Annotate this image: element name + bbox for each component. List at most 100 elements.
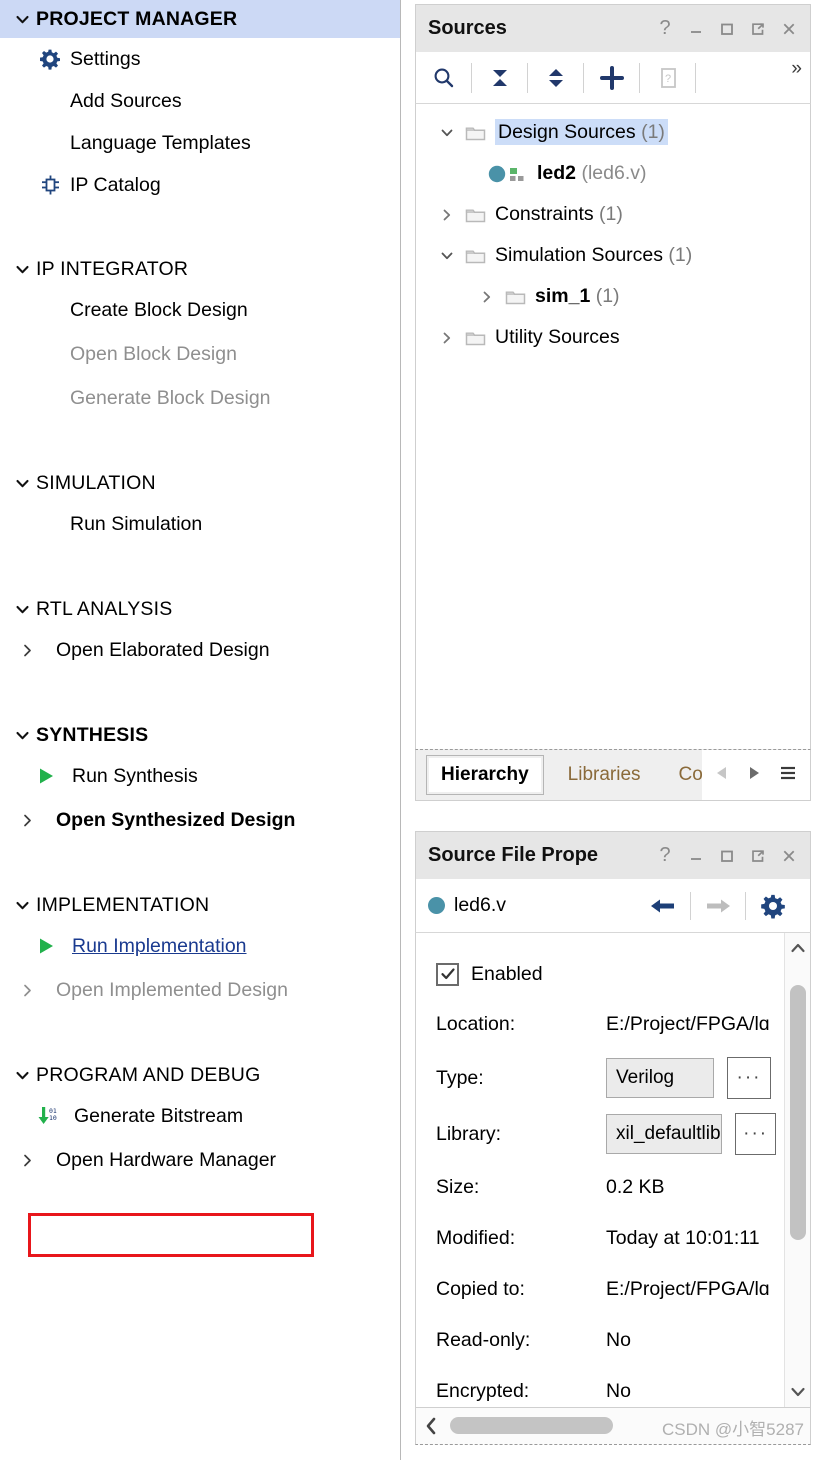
chevron-down-icon[interactable]	[432, 125, 462, 141]
back-icon[interactable]	[636, 881, 690, 931]
tree-label-sim-1: sim_1 (1)	[535, 285, 620, 307]
panel-divider[interactable]	[400, 0, 401, 1460]
section-header-ip-integrator[interactable]: IP INTEGRATOR	[0, 250, 400, 288]
maximize-icon[interactable]	[718, 847, 736, 865]
chevron-down-icon[interactable]	[8, 11, 36, 28]
flow-item-ip-catalog[interactable]: IP Catalog	[0, 164, 400, 206]
toolbar-overflow-icon[interactable]: »	[791, 58, 802, 80]
flow-item-settings[interactable]: Settings	[0, 38, 400, 80]
section-header-implementation[interactable]: IMPLEMENTATION	[0, 886, 400, 924]
flow-item-generate-bitstream[interactable]: 01 10 Generate Bitstream	[0, 1094, 400, 1138]
section-title: SIMULATION	[36, 471, 156, 494]
tree-label-constraints: Constraints (1)	[495, 203, 623, 225]
folder-icon	[462, 329, 488, 347]
search-icon[interactable]	[416, 52, 471, 104]
flow-item-label: Settings	[70, 47, 141, 70]
float-icon[interactable]	[749, 847, 767, 865]
scroll-track[interactable]: CSDN @小智5287	[446, 1408, 810, 1444]
close-icon[interactable]	[780, 847, 798, 865]
help-icon[interactable]: ?	[656, 844, 674, 866]
expand-all-icon[interactable]	[528, 52, 583, 104]
chevron-down-icon[interactable]	[432, 248, 462, 264]
flow-item-language-templates[interactable]: Language Templates	[0, 122, 400, 164]
sources-window-buttons: ?	[656, 17, 810, 39]
section-header-synthesis[interactable]: SYNTHESIS	[0, 716, 400, 754]
chevron-right-icon[interactable]	[432, 207, 462, 223]
property-row-copied-to: Copied to: E:/Project/FPGA/lɑ	[416, 1264, 776, 1315]
library-field[interactable]: xil_defaultlib	[606, 1114, 723, 1154]
property-value: 0.2 KB	[606, 1176, 665, 1198]
next-tab-icon[interactable]	[746, 764, 762, 787]
type-field[interactable]: Verilog	[606, 1058, 714, 1098]
scroll-up-icon[interactable]	[789, 933, 807, 963]
source-file-properties-panel: Source File Prope ? led6.v Enabled Locat…	[415, 831, 811, 1459]
type-browse-button[interactable]: ···	[727, 1057, 771, 1099]
tab-menu-icon[interactable]	[778, 764, 798, 787]
tree-row[interactable]: sim_1 (1)	[416, 276, 810, 317]
tab-libraries[interactable]: Libraries	[554, 755, 655, 795]
chevron-right-icon[interactable]	[14, 1153, 40, 1168]
enabled-checkbox-row[interactable]: Enabled	[416, 949, 776, 999]
chevron-right-icon[interactable]	[14, 643, 40, 658]
tree-row[interactable]: led2 (led6.v)	[416, 153, 810, 194]
minimize-icon[interactable]	[687, 20, 705, 38]
close-icon[interactable]	[780, 20, 798, 38]
chevron-down-icon[interactable]	[8, 601, 36, 618]
flow-item-run-simulation[interactable]: Run Simulation	[0, 502, 400, 546]
tree-row[interactable]: Utility Sources	[416, 317, 810, 358]
tab-hierarchy[interactable]: Hierarchy	[426, 755, 544, 795]
chevron-right-icon[interactable]	[14, 813, 40, 828]
properties-file-name: led6.v	[454, 894, 507, 916]
scroll-down-icon[interactable]	[789, 1377, 807, 1407]
tree-row[interactable]: Design Sources (1)	[416, 112, 810, 153]
section-title: PROJECT MANAGER	[36, 7, 238, 30]
library-browse-button[interactable]: ···	[735, 1113, 776, 1155]
section-header-program-and-debug[interactable]: PROGRAM AND DEBUG	[0, 1056, 400, 1094]
chevron-right-icon[interactable]	[472, 289, 502, 305]
chevron-right-icon[interactable]	[432, 330, 462, 346]
chevron-down-icon[interactable]	[8, 261, 36, 278]
flow-item-run-implementation[interactable]: Run Implementation	[0, 924, 400, 968]
tree-row[interactable]: Simulation Sources (1)	[416, 235, 810, 276]
flow-item-open-hardware-manager[interactable]: Open Hardware Manager	[0, 1138, 400, 1182]
prev-tab-icon[interactable]	[714, 764, 730, 787]
flow-item-run-synthesis[interactable]: Run Synthesis	[0, 754, 400, 798]
flow-item-add-sources[interactable]: Add Sources	[0, 80, 400, 122]
chevron-down-icon[interactable]	[8, 897, 36, 914]
float-icon[interactable]	[749, 20, 767, 38]
enabled-checkbox[interactable]	[436, 962, 459, 986]
flow-item-create-block-design[interactable]: Create Block Design	[0, 288, 400, 332]
sources-panel-title: Sources	[428, 17, 507, 39]
maximize-icon[interactable]	[718, 20, 736, 38]
settings-gear-icon[interactable]	[746, 881, 800, 931]
section-header-rtl-analysis[interactable]: RTL ANALYSIS	[0, 590, 400, 628]
chevron-down-icon[interactable]	[8, 475, 36, 492]
tree-label-utility-sources: Utility Sources	[495, 326, 620, 348]
properties-horizontal-scrollbar[interactable]: CSDN @小智5287	[415, 1407, 811, 1445]
section-header-simulation[interactable]: SIMULATION	[0, 464, 400, 502]
scroll-thumb[interactable]	[450, 1417, 613, 1434]
tree-row[interactable]: Constraints (1)	[416, 194, 810, 235]
flow-item-open-synthesized-design[interactable]: Open Synthesized Design	[0, 798, 400, 842]
svg-text:10: 10	[49, 1114, 57, 1122]
flow-item-label: Open Implemented Design	[56, 978, 288, 1001]
scroll-thumb[interactable]	[790, 985, 806, 1240]
collapse-all-icon[interactable]	[472, 52, 527, 104]
scroll-left-icon[interactable]	[416, 1416, 446, 1436]
flow-item-label: Run Simulation	[70, 512, 203, 535]
flow-item-open-elaborated-design[interactable]: Open Elaborated Design	[0, 628, 400, 672]
help-icon[interactable]: ?	[656, 17, 674, 39]
minimize-icon[interactable]	[687, 847, 705, 865]
properties-vertical-scrollbar[interactable]	[784, 933, 810, 1407]
scroll-track[interactable]	[785, 963, 810, 1377]
add-sources-icon[interactable]	[584, 52, 639, 104]
properties-actions	[636, 881, 810, 931]
flow-item-open-implemented-design: Open Implemented Design	[0, 968, 400, 1012]
chevron-down-icon[interactable]	[8, 727, 36, 744]
section-header-project-manager[interactable]: PROJECT MANAGER	[0, 0, 400, 38]
chevron-down-icon[interactable]	[8, 1067, 36, 1084]
folder-icon	[462, 247, 488, 265]
sources-tree: Design Sources (1) led2 (led6.v) Constra…	[415, 104, 811, 749]
